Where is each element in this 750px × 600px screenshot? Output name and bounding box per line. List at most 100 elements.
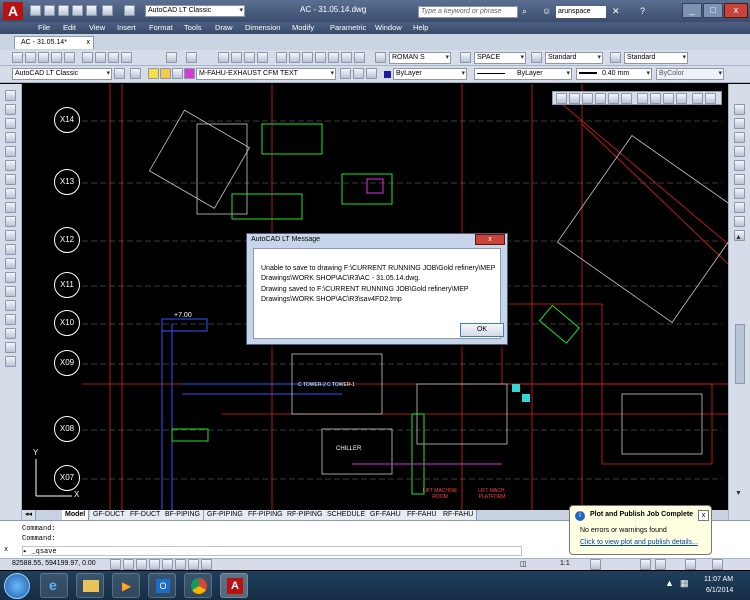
new-icon[interactable] [30,5,41,16]
view-top-icon[interactable] [556,93,567,104]
lock-ui-icon[interactable] [655,559,666,570]
minimize-button[interactable]: _ [682,3,702,18]
plotstyle-select[interactable]: ByColor [656,68,724,80]
pan-icon[interactable] [218,52,229,63]
mirror-icon[interactable] [734,132,745,143]
menu-parametric[interactable]: Parametric [330,23,366,32]
command-input[interactable]: ▸ _qsave [22,546,522,556]
grid-icon[interactable] [123,559,134,570]
menu-window[interactable]: Window [375,23,402,32]
app-logo-icon[interactable]: A [3,2,23,20]
exchange-icon[interactable]: ✕ [612,6,620,17]
tab-close-icon[interactable]: x [87,37,91,49]
arc-icon[interactable] [5,160,16,171]
dim-style-select[interactable]: SPACE [474,52,526,64]
close-button[interactable]: x [724,3,748,18]
camera-icon[interactable] [692,93,703,104]
help-icon[interactable]: ? [640,6,645,16]
move-icon[interactable] [734,174,745,185]
coordinates-readout[interactable]: 82588.55, 594199.97, 0.00 [12,560,96,567]
named-views-icon[interactable] [705,93,716,104]
autocad-taskbar-icon[interactable]: A [220,573,248,598]
copy-object-icon[interactable] [734,118,745,129]
design-center-icon[interactable] [289,52,300,63]
new-icon[interactable] [12,52,23,63]
chrome-icon[interactable] [184,573,212,598]
properties-icon[interactable] [276,52,287,63]
save-icon[interactable] [38,52,49,63]
linetype-select[interactable]: ByLayer [474,68,572,80]
lwt-icon[interactable] [201,559,212,570]
mleader-style-select[interactable]: Standard [624,52,688,64]
line-icon[interactable] [5,90,16,101]
lineweight-select[interactable]: 0.40 mm [576,68,652,80]
layer-manager-icon[interactable] [130,68,141,79]
array-icon[interactable] [734,160,745,171]
lock-icon[interactable] [172,68,183,79]
view-left-icon[interactable] [582,93,593,104]
search-input[interactable]: Type a keyword or phrase [418,6,518,18]
polyline-icon[interactable] [5,118,16,129]
workspace-select[interactable]: AutoCAD LT Classic [12,68,112,80]
mtext-icon[interactable] [5,342,16,353]
tab-ff-piping[interactable]: FF-PIPING [245,510,287,520]
make-block-icon[interactable] [5,258,16,269]
workspace-settings-icon[interactable] [114,68,125,79]
clock-date[interactable]: 6/1/2014 [706,587,733,594]
copy-icon[interactable] [95,52,106,63]
revcloud-icon[interactable] [5,188,16,199]
menu-tools[interactable]: Tools [184,23,202,32]
construction-line-icon[interactable] [5,104,16,115]
menu-edit[interactable]: Edit [63,23,76,32]
workspace-switch-icon[interactable] [640,559,651,570]
ortho-icon[interactable] [136,559,147,570]
tool-palettes-icon[interactable] [302,52,313,63]
zoom-window-icon[interactable] [244,52,255,63]
tab-ff-fahu[interactable]: FF-FAHU [404,510,441,520]
view-front-icon[interactable] [608,93,619,104]
region-icon[interactable] [5,314,16,325]
tab-gf-piping[interactable]: GF-PIPING [204,510,247,520]
dyn-icon[interactable] [188,559,199,570]
calculator-icon[interactable] [341,52,352,63]
start-button-icon[interactable] [4,573,30,599]
help-icon[interactable] [354,52,365,63]
model-space-icon[interactable]: ◫ [520,560,527,568]
redo-icon[interactable] [124,5,135,16]
view-back-icon[interactable] [621,93,632,104]
bulb-icon[interactable] [148,68,159,79]
balloon-details-link[interactable]: Click to view plot and publish details..… [580,539,698,546]
saveas-icon[interactable] [72,5,83,16]
gradient-icon[interactable] [5,300,16,311]
rectangle-icon[interactable] [5,146,16,157]
menu-format[interactable]: Format [149,23,173,32]
menu-insert[interactable]: Insert [117,23,136,32]
spline-icon[interactable] [5,202,16,213]
view-right-icon[interactable] [595,93,606,104]
menu-help[interactable]: Help [413,23,428,32]
sun-icon[interactable] [160,68,171,79]
scroll-down-icon[interactable]: ▼ [735,490,742,497]
save-icon[interactable] [58,5,69,16]
file-explorer-icon[interactable] [76,573,104,598]
text-style-select[interactable]: ROMAN S [389,52,451,64]
scroll-up-icon[interactable]: ▲ [735,234,742,241]
plot-icon[interactable] [86,5,97,16]
menu-view[interactable]: View [89,23,105,32]
point-icon[interactable] [5,272,16,283]
zoom-previous-icon[interactable] [257,52,268,63]
tab-schedule[interactable]: SCHEDULE [324,510,370,520]
layer-previous-icon[interactable] [353,68,364,79]
layer-state-icon[interactable] [366,68,377,79]
color-select[interactable]: ByLayer [393,68,467,80]
dialog-close-button[interactable]: x [475,234,505,245]
undo-icon[interactable] [102,5,113,16]
balloon-close-button[interactable]: x [698,510,709,521]
ok-button[interactable]: OK [460,323,504,337]
internet-explorer-icon[interactable]: e [40,573,68,598]
annotation-visibility-icon[interactable] [590,559,601,570]
add-selected-icon[interactable] [5,356,16,367]
open-icon[interactable] [44,5,55,16]
preview-icon[interactable] [64,52,75,63]
plot-icon[interactable] [51,52,62,63]
